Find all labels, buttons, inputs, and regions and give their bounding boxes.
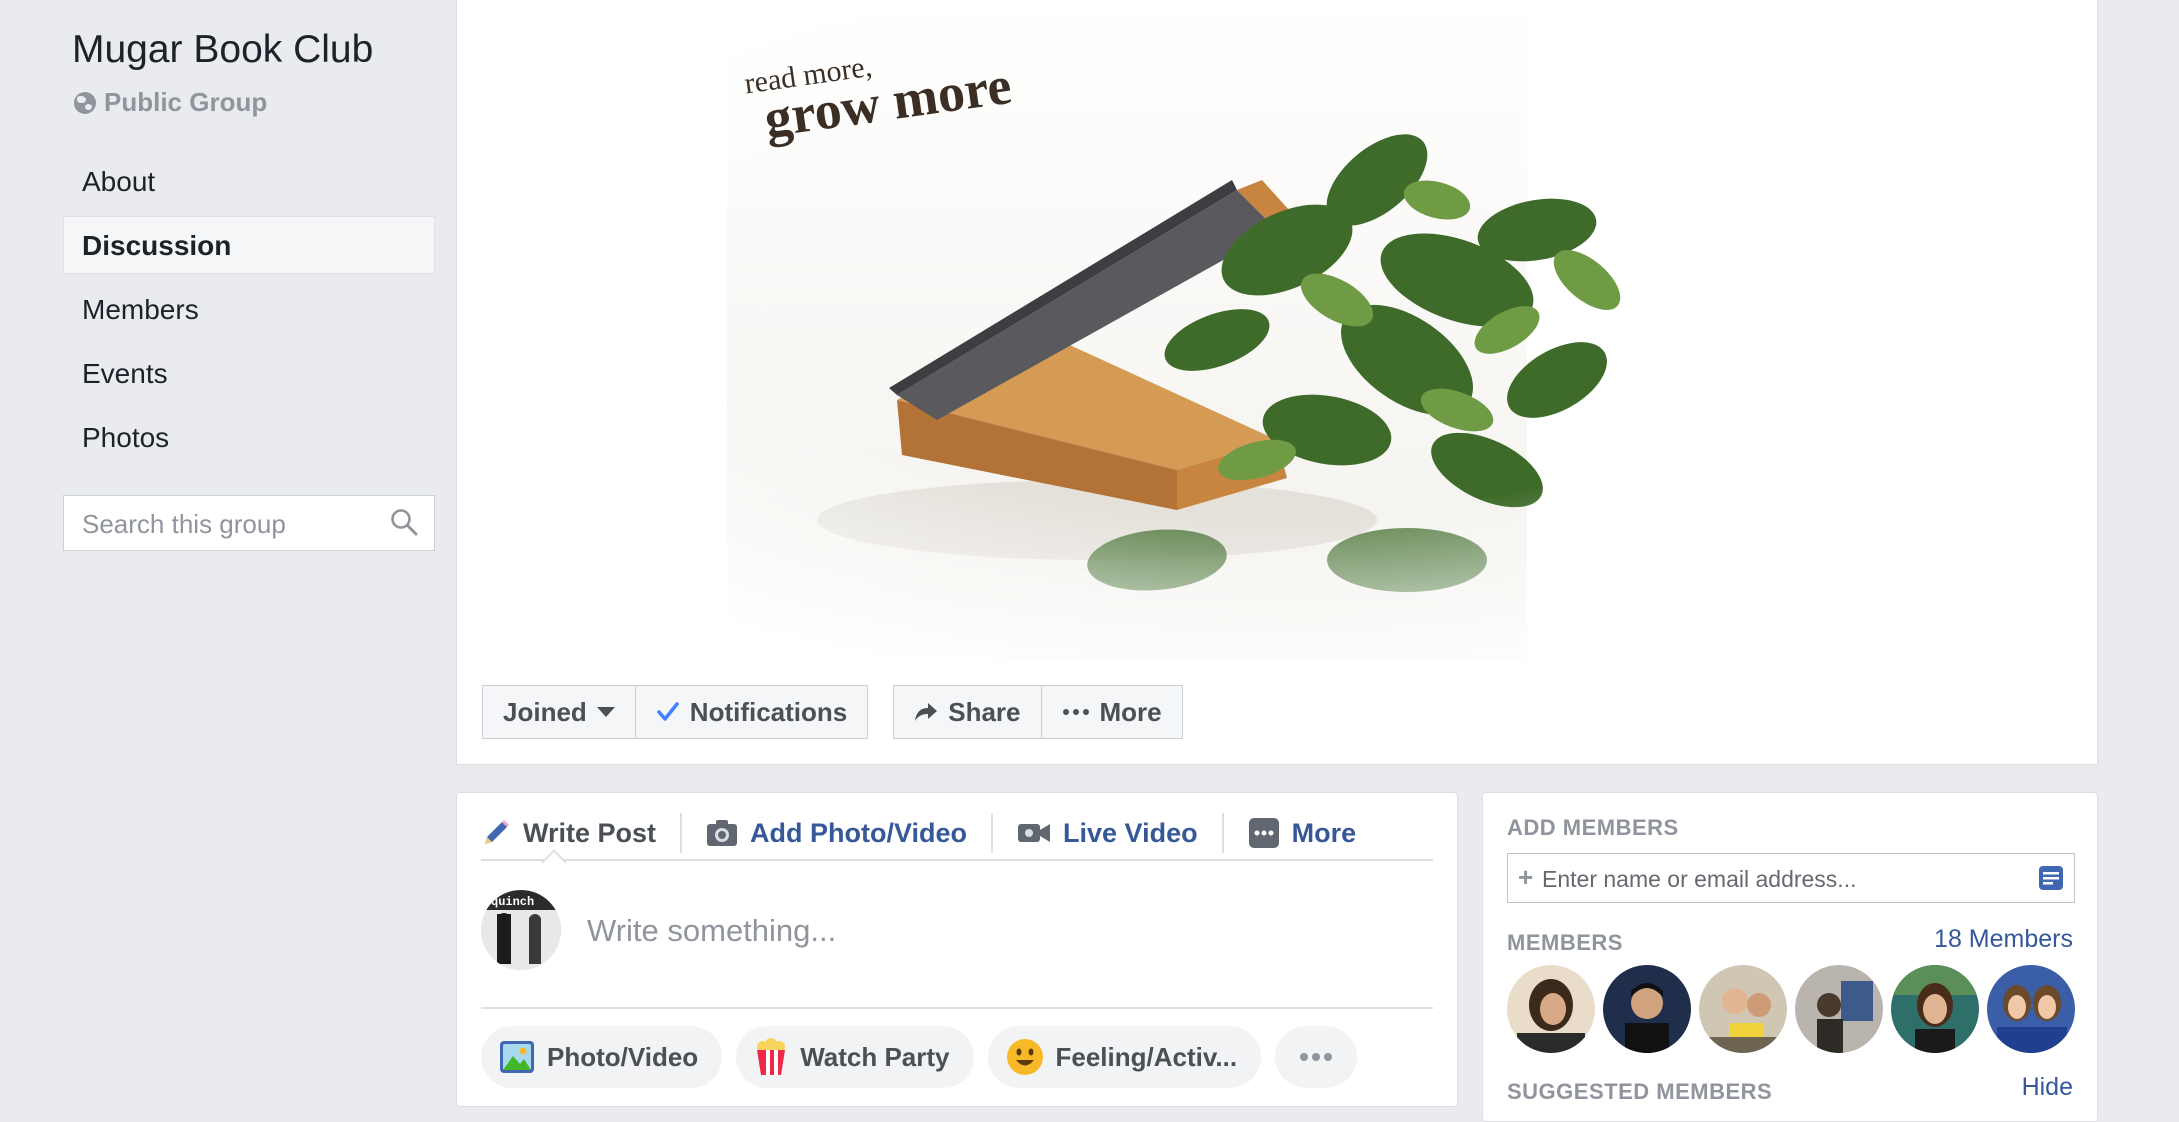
ellipsis-icon bbox=[1062, 709, 1089, 715]
watch-party-label: Watch Party bbox=[800, 1041, 950, 1072]
group-title[interactable]: Mugar Book Club bbox=[72, 28, 373, 72]
more-label: More bbox=[1099, 696, 1162, 727]
camera-icon bbox=[707, 820, 738, 846]
nav-item-discussion[interactable]: Discussion bbox=[63, 216, 435, 274]
avatar[interactable] bbox=[1603, 965, 1691, 1053]
composer-options: Photo/Video Watch Party Feeling/Activ... bbox=[481, 1026, 1358, 1088]
membership-buttons: Joined Notifications bbox=[482, 685, 869, 739]
more-box-icon bbox=[1248, 818, 1279, 848]
cover-card: read more, grow more Joined Notification… bbox=[456, 0, 2098, 765]
group-privacy: Public Group bbox=[74, 87, 267, 118]
avatar[interactable] bbox=[1795, 965, 1883, 1053]
group-search bbox=[63, 495, 435, 551]
feeling-activity-label: Feeling/Activ... bbox=[1055, 1041, 1238, 1072]
pencil-icon bbox=[485, 820, 509, 844]
joined-label: Joined bbox=[503, 696, 587, 727]
watch-party-button[interactable]: Watch Party bbox=[736, 1026, 974, 1088]
nav-item-events[interactable]: Events bbox=[63, 344, 435, 402]
globe-icon bbox=[74, 91, 96, 114]
video-camera-icon bbox=[1018, 824, 1051, 842]
tab-more[interactable]: More bbox=[1221, 813, 1381, 853]
post-composer: Write Post Add Photo/Video Live Video Mo… bbox=[456, 792, 1458, 1107]
notifications-button[interactable]: Notifications bbox=[635, 685, 869, 739]
group-privacy-label: Public Group bbox=[104, 87, 268, 117]
chevron-down-icon bbox=[596, 707, 615, 717]
notifications-label: Notifications bbox=[689, 696, 848, 727]
avatar[interactable] bbox=[1507, 965, 1595, 1053]
avatar[interactable]: quinch bbox=[481, 890, 561, 970]
avatar[interactable] bbox=[1987, 965, 2075, 1053]
plus-icon: + bbox=[1518, 862, 1534, 892]
ellipsis-icon bbox=[1300, 1053, 1333, 1061]
tab-write-post[interactable]: Write Post bbox=[481, 813, 680, 853]
group-sidebar: Mugar Book Club Public Group About Discu… bbox=[0, 0, 440, 1115]
more-button[interactable]: More bbox=[1041, 685, 1183, 739]
group-nav: About Discussion Members Events Photos bbox=[63, 152, 435, 472]
suggested-members-header: SUGGESTED MEMBERS bbox=[1507, 1079, 1773, 1104]
write-post-label: Write Post bbox=[523, 817, 657, 848]
smiley-icon bbox=[1006, 1039, 1043, 1075]
members-count-link[interactable]: 18 Members bbox=[1934, 925, 2073, 954]
share-more-buttons: Share More bbox=[893, 685, 1183, 739]
checkmark-icon bbox=[657, 702, 679, 721]
popcorn-icon bbox=[757, 1038, 786, 1075]
search-input[interactable] bbox=[80, 506, 384, 542]
composer-divider bbox=[481, 1007, 1433, 1009]
tab-add-photo-video[interactable]: Add Photo/Video bbox=[680, 813, 991, 853]
add-members-field: + bbox=[1507, 853, 2075, 903]
members-card: ADD MEMBERS + MEMBERS 18 Members bbox=[1482, 792, 2098, 1122]
group-actions: Joined Notifications Share More bbox=[482, 685, 1208, 739]
more-options-button[interactable] bbox=[1275, 1026, 1358, 1088]
nav-item-about[interactable]: About bbox=[63, 152, 435, 210]
cover-photo[interactable]: read more, grow more bbox=[457, 0, 2097, 660]
more-tab-label: More bbox=[1291, 817, 1357, 848]
avatar-text: quinch bbox=[491, 895, 534, 909]
joined-button[interactable]: Joined bbox=[482, 685, 636, 739]
photo-video-label: Photo/Video bbox=[547, 1041, 699, 1072]
nav-item-members[interactable]: Members bbox=[63, 280, 435, 338]
add-member-input[interactable] bbox=[1540, 862, 2024, 896]
member-avatars bbox=[1507, 965, 2075, 1053]
avatar[interactable] bbox=[1891, 965, 1979, 1053]
search-icon[interactable] bbox=[390, 508, 418, 536]
hide-suggested-link[interactable]: Hide bbox=[2022, 1073, 2073, 1102]
photo-video-button[interactable]: Photo/Video bbox=[481, 1026, 723, 1088]
feeling-activity-button[interactable]: Feeling/Activ... bbox=[987, 1026, 1262, 1088]
composer-tabs: Write Post Add Photo/Video Live Video Mo… bbox=[481, 807, 1433, 861]
live-video-label: Live Video bbox=[1063, 817, 1198, 848]
add-members-header: ADD MEMBERS bbox=[1507, 815, 1679, 840]
nav-item-photos[interactable]: Photos bbox=[63, 408, 435, 466]
tab-live-video[interactable]: Live Video bbox=[991, 813, 1222, 853]
contacts-icon[interactable] bbox=[2038, 865, 2064, 891]
share-arrow-icon bbox=[915, 703, 938, 721]
add-photo-video-label: Add Photo/Video bbox=[750, 817, 968, 848]
share-button[interactable]: Share bbox=[893, 685, 1042, 739]
write-something-input[interactable] bbox=[585, 905, 1389, 957]
members-header: MEMBERS bbox=[1507, 930, 1623, 955]
photo-icon bbox=[500, 1041, 534, 1073]
share-label: Share bbox=[948, 696, 1021, 727]
avatar[interactable] bbox=[1699, 965, 1787, 1053]
